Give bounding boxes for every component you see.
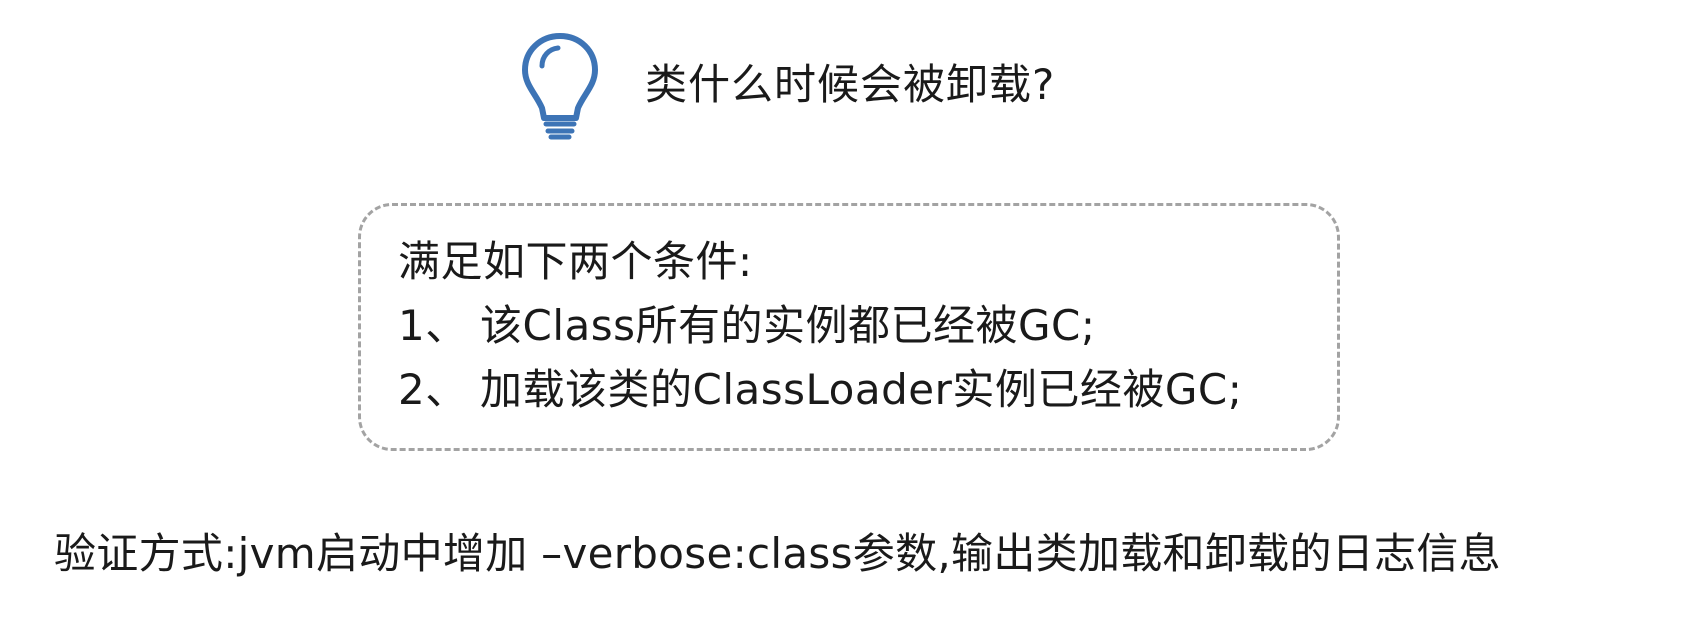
- conditions-heading: 满足如下两个条件:: [398, 237, 753, 286]
- condition-text: 加载该类的ClassLoader实例已经被GC;: [480, 365, 1243, 414]
- condition-text: 该Class所有的实例都已经被GC;: [480, 301, 1096, 350]
- lightbulb-icon: [522, 33, 598, 140]
- condition-number: 2、: [398, 365, 468, 414]
- verification-text: 验证方式:jvm启动中增加 –verbose:class参数,输出类加载和卸载的…: [54, 529, 1501, 578]
- condition-number: 1、: [398, 301, 468, 350]
- conditions-box: 满足如下两个条件: 1、 该Class所有的实例都已经被GC; 2、 加载该类的Cl…: [358, 203, 1340, 451]
- title-row: 类什么时候会被卸载?: [520, 30, 1055, 140]
- condition-item: 2、 加载该类的ClassLoader实例已经被GC;: [398, 358, 1337, 422]
- condition-item: 1、 该Class所有的实例都已经被GC;: [398, 294, 1337, 358]
- page-title: 类什么时候会被卸载?: [645, 60, 1056, 109]
